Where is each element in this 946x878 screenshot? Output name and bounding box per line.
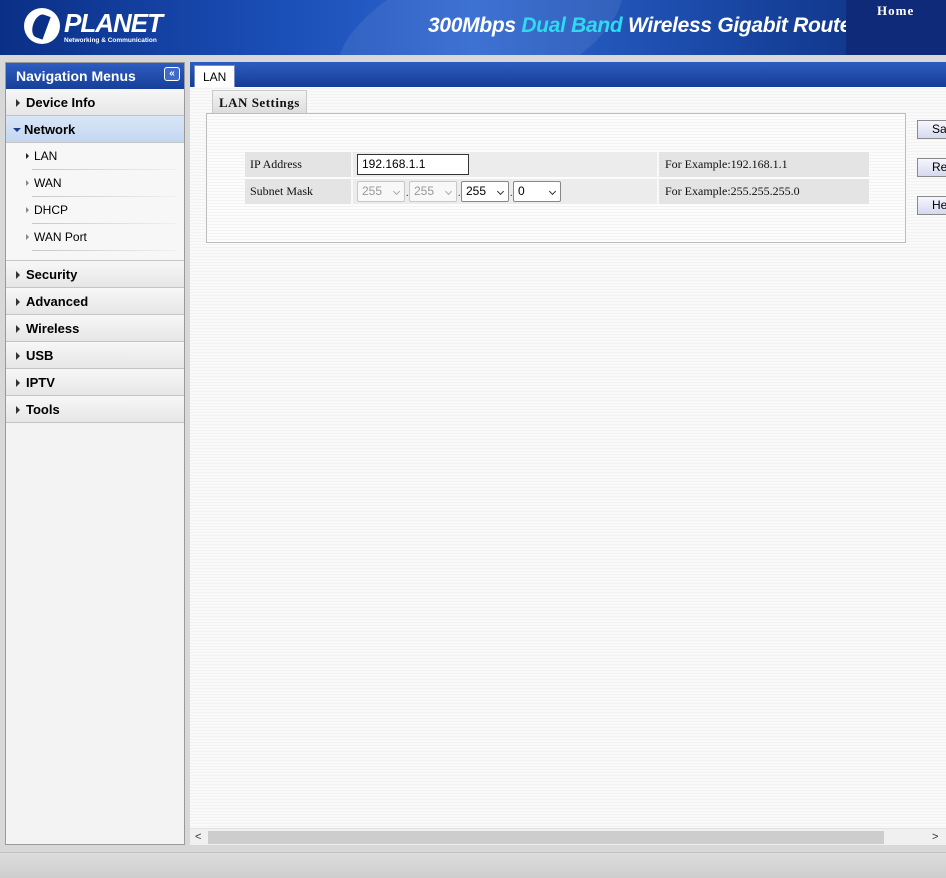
nav-item-label: Advanced [26,294,89,309]
logo-name: PLANET [64,8,163,38]
scrollbar-thumb[interactable] [208,831,884,844]
horizontal-scrollbar[interactable]: < > [190,828,946,845]
ip-address-row: IP Address 192.168.1.1 For Example:192.1… [245,152,869,177]
product-title: 300Mbps Dual Band Wireless Gigabit Route [428,14,851,38]
nav-item-label: USB [26,348,54,363]
small-caret-icon [26,207,29,213]
nav-item-label: Security [26,267,78,282]
nav-item-label: Network [24,122,76,137]
nav-item-label: Wireless [26,321,80,336]
sub-item-wan-port[interactable]: WAN Port [6,224,184,251]
scroll-left-icon[interactable]: < [195,832,205,843]
subnet-mask-cell: 255 . 255 . 255 . 0 [353,179,657,204]
small-caret-icon [26,180,29,186]
main-content: LAN LAN Settings IP Address 192.168.1.1 … [190,62,946,845]
sub-item-label: DHCP [34,203,69,217]
product-title-accent: Dual Band [521,14,623,37]
small-caret-icon [26,234,29,240]
chevron-down-icon [444,187,453,196]
caret-right-icon [16,379,20,387]
small-caret-icon [26,153,29,159]
submenu-spacer [6,251,184,261]
nav-item-tools[interactable]: Tools [6,396,184,423]
subnet-octet-3-select[interactable]: 255 [461,181,509,202]
logo-subtitle: Networking & Communication [64,37,157,44]
ip-address-example: For Example:192.168.1.1 [659,152,869,177]
planet-logo: PLANET Networking & Communication [24,8,164,48]
nav-item-advanced[interactable]: Advanced [6,288,184,315]
subnet-octet-1-select: 255 [357,181,405,202]
sub-item-label: WAN Port [34,230,87,244]
sub-item-lan[interactable]: LAN [6,143,184,170]
chevron-down-icon [496,187,505,196]
octet-value: 0 [518,184,525,198]
ip-address-input[interactable]: 192.168.1.1 [357,154,469,175]
restore-button[interactable]: Res [917,158,946,177]
caret-right-icon [16,99,20,107]
sub-item-dhcp[interactable]: DHCP [6,197,184,224]
subnet-octet-2-select: 255 [409,181,457,202]
subnet-mask-example: For Example:255.255.255.0 [659,179,869,204]
collapse-sidebar-icon[interactable]: « [164,67,180,81]
sub-item-label: WAN [34,176,62,190]
scroll-right-icon[interactable]: > [932,832,942,843]
caret-right-icon [16,298,20,306]
lan-settings-panel: IP Address 192.168.1.1 For Example:192.1… [206,113,906,243]
caret-right-icon [16,325,20,333]
section-title: LAN Settings [212,90,307,114]
nav-item-label: Tools [26,402,60,417]
footer-band [0,852,946,878]
caret-right-icon [16,406,20,414]
subnet-octet-4-select[interactable]: 0 [513,181,561,202]
ip-address-label: IP Address [245,152,351,177]
nav-item-usb[interactable]: USB [6,342,184,369]
nav-item-wireless[interactable]: Wireless [6,315,184,342]
sub-item-label: LAN [34,149,58,163]
header-banner: PLANET Networking & Communication 300Mbp… [0,0,946,55]
product-title-pre: 300Mbps [428,14,522,37]
caret-right-icon [16,352,20,360]
octet-value: 255 [466,184,487,198]
subnet-mask-row: Subnet Mask 255 . 255 . 255 . 0 For Exam… [245,179,869,204]
tab-bar: LAN [190,62,946,87]
nav-item-label: IPTV [26,375,55,390]
subnet-mask-label: Subnet Mask [245,179,351,204]
nav-item-device-info[interactable]: Device Info [6,89,184,116]
navigation-title-text: Navigation Menus [16,68,136,84]
help-button[interactable]: He [917,196,946,215]
octet-value: 255 [414,184,435,198]
caret-right-icon [16,271,20,279]
nav-item-label: Device Info [26,95,96,110]
home-link[interactable]: Home [877,3,914,19]
navigation-title: Navigation Menus « [6,63,184,89]
planet-logo-icon [24,8,60,44]
sub-item-wan[interactable]: WAN [6,170,184,197]
product-title-post: Wireless Gigabit Route [622,14,852,37]
caret-down-icon [13,128,21,132]
ip-address-cell: 192.168.1.1 [353,152,657,177]
chevron-down-icon [392,187,401,196]
save-button[interactable]: Sa [917,120,946,139]
nav-item-network[interactable]: Network [6,116,184,143]
navigation-sidebar: Navigation Menus « Device Info Network L… [5,62,185,845]
nav-item-iptv[interactable]: IPTV [6,369,184,396]
nav-item-security[interactable]: Security [6,261,184,288]
tab-lan[interactable]: LAN [194,65,236,87]
chevron-down-icon [548,187,557,196]
octet-value: 255 [362,184,383,198]
